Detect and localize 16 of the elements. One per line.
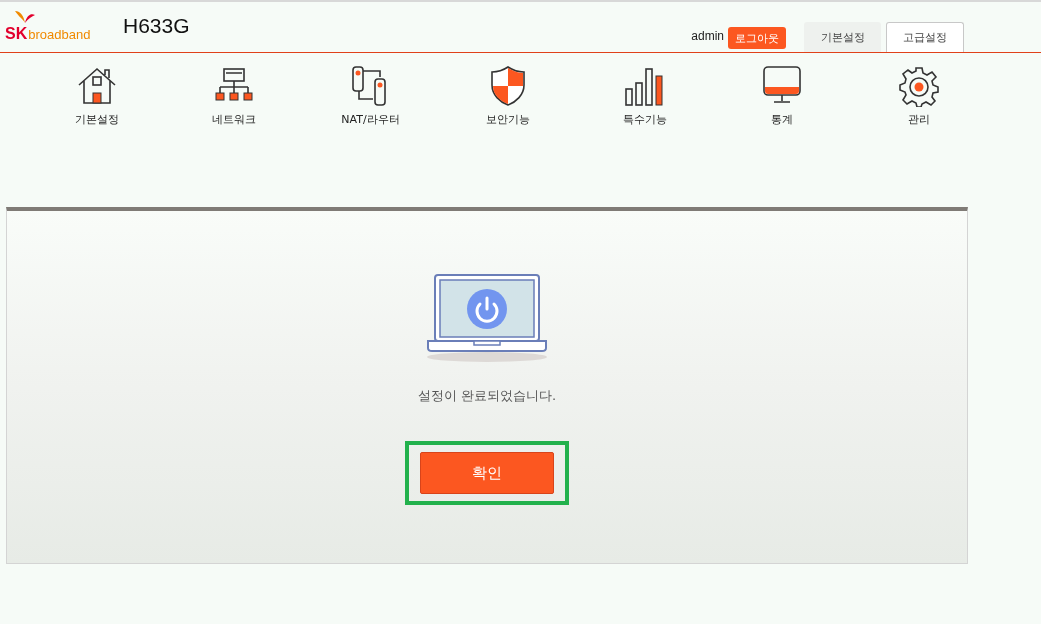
model-name: H633G <box>123 14 190 38</box>
menu-item[interactable]: 통계 <box>713 65 850 149</box>
laptop-icon <box>426 273 548 363</box>
menu-item[interactable]: 네트워크 <box>165 65 302 149</box>
mode-tab[interactable]: 고급설정 <box>886 22 964 52</box>
menu-item[interactable]: 보안기능 <box>439 65 576 149</box>
menu-item[interactable]: NAT/라우터 <box>302 65 439 149</box>
menu-item[interactable]: 관리 <box>850 65 987 149</box>
username: admin <box>691 29 724 43</box>
menu-item[interactable]: 특수기능 <box>576 65 713 149</box>
menu-item[interactable]: 기본설정 <box>28 65 165 149</box>
settings-icon <box>896 65 941 107</box>
logo-subtext: broadband <box>28 28 91 41</box>
mode-tab[interactable]: 기본설정 <box>804 22 881 52</box>
logo-text: SK <box>5 26 28 42</box>
completion-message: 설정이 완료되었습니다. <box>417 387 557 405</box>
